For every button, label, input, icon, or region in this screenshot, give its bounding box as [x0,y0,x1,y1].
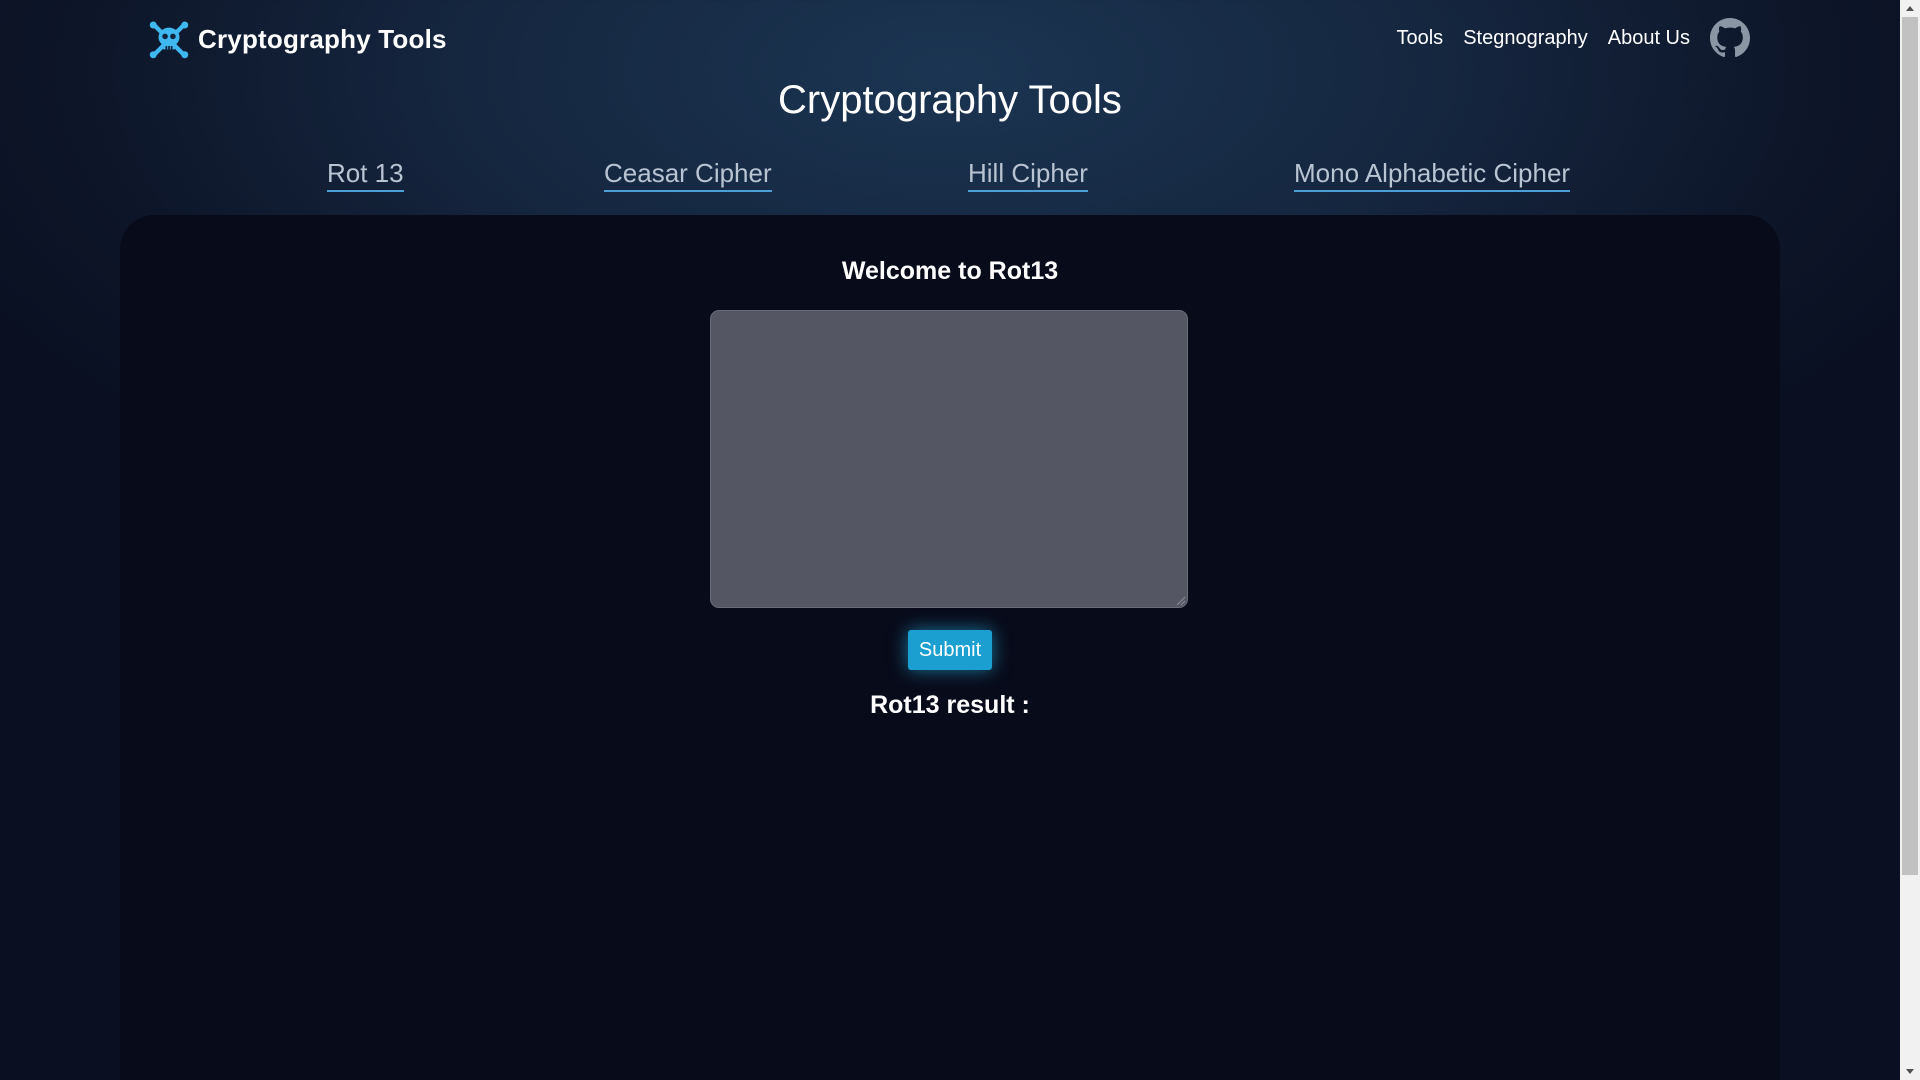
brand-title: Cryptography Tools [198,23,447,54]
tab-hill-cipher[interactable]: Hill Cipher [968,158,1088,192]
nav-link-stegnography[interactable]: Stegnography [1463,27,1588,50]
tab-rot13[interactable]: Rot 13 [327,158,404,192]
scroll-thumb[interactable] [1902,17,1918,875]
scroll-up-arrow-icon[interactable] [1900,0,1920,17]
nav-links: Tools Stegnography About Us [1396,18,1750,58]
github-icon[interactable] [1710,18,1750,58]
page-title: Cryptography Tools [778,78,1122,122]
scroll-down-arrow-icon[interactable] [1900,1063,1920,1080]
nav-link-about-us[interactable]: About Us [1608,27,1690,50]
tab-mono-alphabetic-cipher[interactable]: Mono Alphabetic Cipher [1294,158,1571,192]
rot13-input[interactable] [710,310,1188,608]
submit-button[interactable]: Submit [908,630,992,670]
cipher-tabs: Rot 13 Ceasar Cipher Hill Cipher Mono Al… [0,158,1900,198]
brand-link[interactable]: Cryptography Tools [148,18,447,60]
resize-grip-icon[interactable] [1174,594,1186,606]
page: Cryptography Tools Tools Stegnography Ab… [0,0,1900,1080]
tab-ceasar-cipher[interactable]: Ceasar Cipher [604,158,772,192]
navbar: Cryptography Tools Tools Stegnography Ab… [0,0,1900,80]
vertical-scrollbar[interactable] [1900,0,1920,1080]
rot13-panel: Welcome to Rot13 Submit Rot13 result : [120,215,1780,1080]
result-label: Rot13 result : [870,691,1030,719]
nav-link-tools[interactable]: Tools [1396,27,1443,50]
welcome-heading: Welcome to Rot13 [841,257,1059,285]
skull-crossbones-icon [149,21,189,59]
